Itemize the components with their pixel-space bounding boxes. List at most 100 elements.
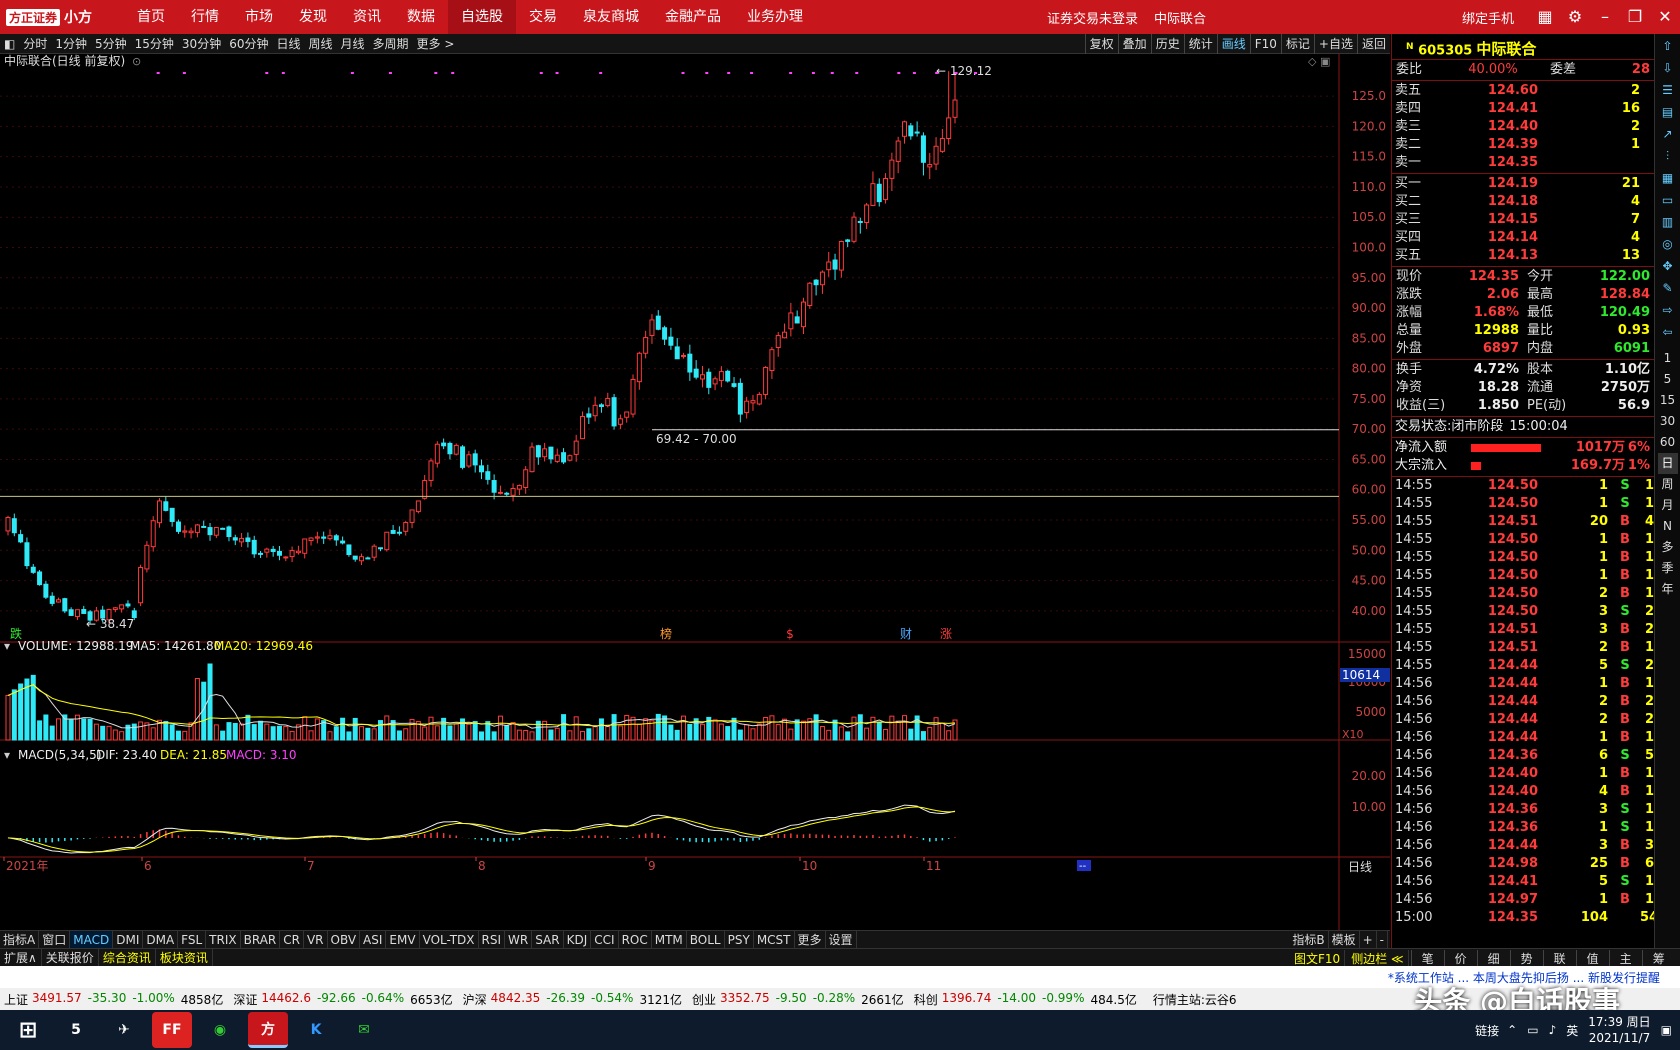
candle-body[interactable] (813, 279, 819, 286)
volume-bar[interactable] (920, 731, 926, 741)
volume-bar[interactable] (750, 728, 756, 741)
volume-bar[interactable] (573, 716, 579, 741)
volume-bar[interactable] (5, 694, 11, 741)
ask-row[interactable]: 卖三 124.40 2 (1392, 118, 1654, 136)
volume-bar[interactable] (788, 728, 794, 741)
quote-tab-3[interactable]: 势 (1509, 949, 1543, 967)
volume-bar[interactable] (819, 726, 825, 741)
volume-bar[interactable] (662, 715, 668, 741)
strip-period-1[interactable]: 5 (1658, 369, 1678, 390)
candle-body[interactable] (876, 183, 882, 203)
indicator-tab-22[interactable]: PSY (725, 930, 754, 949)
pen-icon[interactable]: ✎ (1658, 278, 1678, 298)
indicator-tab-8[interactable]: CR (280, 930, 304, 949)
tick-list[interactable]: 14:55 124.50 1 S 1 14:55 124.50 1 S 1 14:55 124.51 2… (1392, 477, 1658, 927)
candle-body[interactable] (845, 239, 851, 242)
candle-body[interactable] (920, 135, 926, 163)
candle-body[interactable] (712, 378, 718, 385)
candle-body[interactable] (731, 383, 737, 387)
volume-bar[interactable] (352, 717, 358, 741)
volume-bar[interactable] (302, 716, 308, 741)
indicator-tab-7[interactable]: BRAR (241, 930, 281, 949)
indicator-right-3[interactable]: - (1377, 931, 1388, 949)
volume-bar[interactable] (371, 728, 377, 741)
candle-body[interactable] (11, 518, 17, 534)
candle-body[interactable] (567, 455, 573, 461)
volume-bar[interactable] (384, 715, 390, 741)
kline-chart[interactable]: 125.0 120.0 115.0 110.0 105.0 100.0 95.00 90.00… (0, 54, 1390, 930)
candle-body[interactable] (24, 542, 30, 567)
indicator-right-0[interactable]: 指标B (1289, 931, 1329, 949)
bid-row[interactable]: 买一 124.19 21 (1392, 175, 1654, 193)
index-2[interactable]: 沪深 4842.35 -26.39 -0.54% 3121亿 (463, 991, 682, 1008)
volume-bar[interactable] (838, 726, 844, 741)
volume-bar[interactable] (49, 725, 55, 741)
volume-bar[interactable] (396, 730, 402, 741)
candle-body[interactable] (630, 378, 636, 415)
volume-bar[interactable] (655, 713, 661, 741)
volume-bar[interactable] (87, 718, 93, 741)
volume-bar[interactable] (346, 731, 352, 741)
candle-body[interactable] (857, 220, 863, 223)
candle-body[interactable] (453, 444, 459, 455)
volume-bar[interactable] (472, 721, 478, 741)
period-tab-7[interactable]: 周线 (305, 34, 337, 54)
menu-2[interactable]: 市场 (232, 0, 286, 34)
volume-bar[interactable] (68, 719, 74, 741)
period-tab-0[interactable]: 分时 (19, 34, 51, 54)
indicator-tab-9[interactable]: VR (304, 930, 328, 949)
volume-bar[interactable] (403, 728, 409, 741)
quote-tab-5[interactable]: 值 (1575, 949, 1609, 967)
candle-body[interactable] (352, 555, 358, 560)
indicator-tab-5[interactable]: FSL (178, 930, 207, 949)
volume-bar[interactable] (946, 730, 952, 741)
volume-bar[interactable] (769, 715, 775, 741)
quote-tab-0[interactable]: 笔 (1410, 949, 1444, 967)
candle-body[interactable] (624, 411, 630, 418)
candle-body[interactable] (258, 552, 264, 555)
candle-body[interactable] (883, 177, 889, 201)
volume-bar[interactable] (927, 727, 933, 741)
volume-bar[interactable] (636, 723, 642, 741)
candle-body[interactable] (314, 536, 320, 539)
candle-body[interactable] (788, 312, 794, 330)
candle-body[interactable] (681, 354, 687, 357)
candle-body[interactable] (542, 448, 548, 458)
candle-body[interactable] (939, 138, 945, 152)
strip-period-0[interactable]: 1 (1658, 348, 1678, 369)
volume-bar[interactable] (112, 729, 118, 741)
candle-body[interactable] (838, 241, 844, 271)
indicator-tab-14[interactable]: RSI (479, 930, 506, 949)
volume-bar[interactable] (883, 728, 889, 741)
panel-toggle-icon[interactable]: ◧ (0, 34, 19, 54)
volume-bar[interactable] (81, 718, 87, 741)
candle-body[interactable] (119, 604, 125, 610)
arrow-left-icon[interactable]: ⇦ (1658, 322, 1678, 342)
menu-8[interactable]: 泉友商城 (570, 0, 652, 34)
tool-2[interactable]: 历史 (1150, 34, 1184, 54)
candle-body[interactable] (737, 382, 743, 415)
candle-body[interactable] (870, 183, 876, 206)
indicator-tab-25[interactable]: 设置 (826, 930, 857, 949)
candle-body[interactable] (479, 465, 484, 473)
candle-body[interactable] (74, 609, 80, 617)
volume-bar[interactable] (479, 731, 484, 741)
strip-period-2[interactable]: 15 (1658, 390, 1678, 411)
volume-bar[interactable] (523, 729, 529, 741)
bottom-right-0[interactable]: 图文F10 (1290, 949, 1346, 967)
candle-body[interactable] (933, 145, 939, 165)
strip-period-3[interactable]: 30 (1658, 411, 1678, 432)
restore-icon[interactable]: ❐ (1620, 0, 1650, 34)
candle-body[interactable] (245, 537, 251, 542)
volume-bar[interactable] (737, 729, 743, 741)
volume-bar[interactable] (763, 717, 769, 741)
indicator-tab-18[interactable]: CCI (591, 930, 619, 949)
volume-bar[interactable] (163, 721, 169, 741)
event-marker-1[interactable]: 榜 (660, 626, 672, 641)
chart-settings-icon[interactable]: ◇ ▣ (1308, 55, 1330, 68)
candle-body[interactable] (232, 537, 238, 541)
volume-bar[interactable] (611, 714, 617, 741)
candle-body[interactable] (239, 537, 245, 543)
volume-bar[interactable] (226, 722, 232, 741)
candle-body[interactable] (504, 492, 510, 495)
